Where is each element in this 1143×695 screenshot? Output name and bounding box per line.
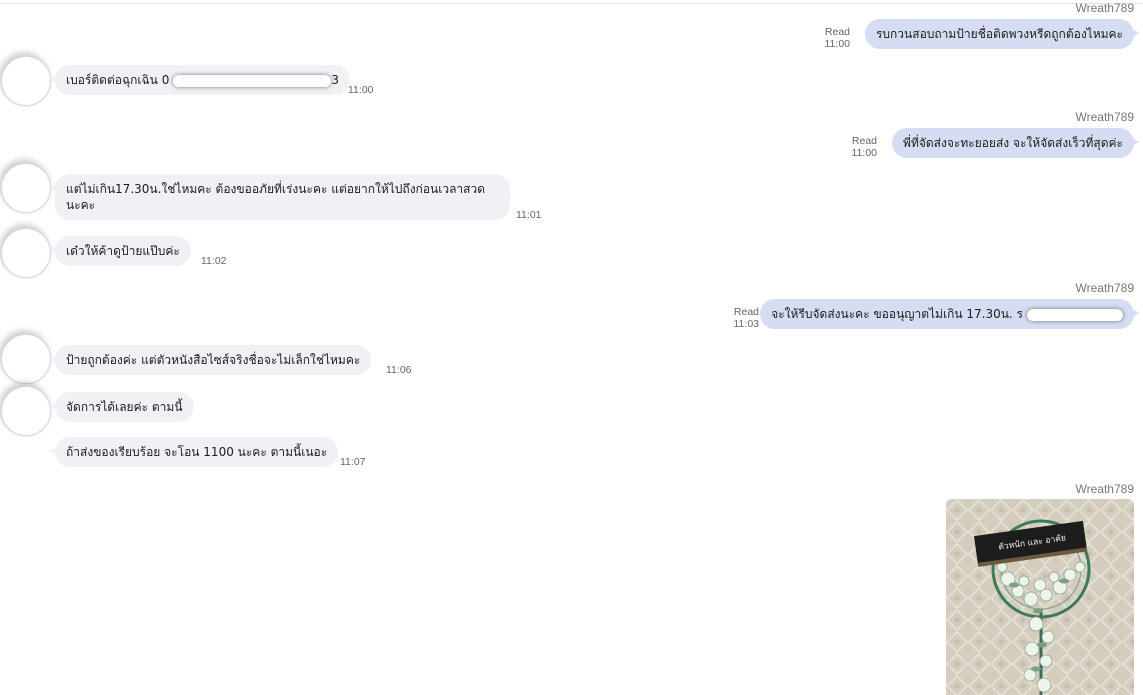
read-status: Read: [733, 306, 759, 318]
incoming-message[interactable]: เบอร์ติดต่อฉุกเฉิน 0 3: [50, 65, 350, 95]
outgoing-message[interactable]: พี่ที่จัดส่งจะทะยอยส่ง จะให้จัดส่งเร็วที…: [892, 128, 1139, 158]
message-meta: Read 11:03: [734, 306, 760, 330]
contact-avatar[interactable]: [1, 56, 51, 106]
message-text-tail: 3: [331, 73, 339, 87]
message-time: 11:01: [516, 209, 542, 221]
message-text: จะให้รีบจัดส่งนะคะ ขออนุญาตไม่เกิน 17.30…: [771, 307, 1023, 321]
message-time: 11:00: [824, 38, 851, 50]
read-status: Read: [824, 26, 850, 38]
sender-name: Wreath789: [1075, 1, 1134, 15]
top-divider: [0, 3, 1143, 4]
contact-avatar[interactable]: [1, 163, 51, 213]
sender-name: Wreath789: [1075, 281, 1134, 295]
message-time: 11:00: [851, 147, 878, 159]
incoming-message[interactable]: ถ้าส่งของเรียบร้อย จะโอน 1100 นะคะ ตามนี…: [49, 437, 339, 467]
message-meta: Read 11:00: [852, 135, 878, 159]
message-time: 11:03: [733, 318, 760, 330]
message-time: 11:02: [201, 255, 227, 267]
incoming-message[interactable]: เด๋วให้ค้าดูป้ายแป๊บค่ะ: [50, 236, 191, 266]
incoming-message[interactable]: ป้ายถูกต้องค่ะ แต่ตัวหนังสือไซส์จริงชื่อ…: [49, 345, 372, 375]
incoming-message[interactable]: จัดการได้เลยค่ะ ตามนี้: [50, 392, 194, 422]
read-status: Read: [851, 135, 877, 147]
outgoing-message[interactable]: จะให้รีบจัดส่งนะคะ ขออนุญาตไม่เกิน 17.30…: [760, 299, 1139, 329]
contact-avatar[interactable]: [1, 228, 51, 278]
wreath-photo[interactable]: ตัวหนัก และ อาคัย: [946, 499, 1134, 695]
contact-avatar[interactable]: [1, 334, 51, 384]
sender-name: Wreath789: [1075, 110, 1134, 124]
message-text: เบอร์ติดต่อฉุกเฉิน 0: [66, 73, 170, 87]
message-time: 11:07: [340, 456, 366, 468]
chat-view: Wreath789 Read 11:00 รบกวนสอบถามป้ายชื่อ…: [0, 0, 1143, 695]
message-time: 11:06: [386, 364, 412, 376]
redacted-phone-number: [173, 74, 332, 87]
redacted-text: [1027, 308, 1123, 321]
sender-name: Wreath789: [1075, 482, 1134, 496]
outgoing-message[interactable]: รบกวนสอบถามป้ายชื่อติดพวงหรีดถูกต้องไหมค…: [864, 19, 1140, 49]
wreath-illustration: [946, 499, 1134, 695]
message-time: 11:00: [348, 84, 374, 96]
message-meta: Read 11:00: [825, 26, 851, 50]
incoming-message[interactable]: แต่ไม่เกิน17.30น.ใช่ไหมคะ ต้องขออภัยที่เ…: [50, 174, 510, 220]
contact-avatar[interactable]: [1, 386, 51, 436]
